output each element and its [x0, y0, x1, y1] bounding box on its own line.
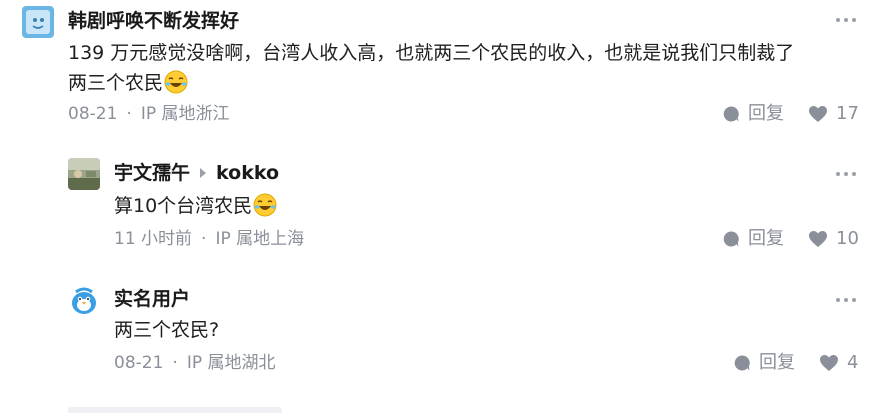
reply-to-user[interactable]: kokko — [216, 162, 279, 184]
comment-meta: 08-21 · IP 属地浙江 — [68, 102, 229, 126]
comment-content: 两三个农民? — [114, 315, 854, 345]
reply-arrow-icon — [200, 168, 207, 178]
comment-time: 11 小时前 — [114, 229, 193, 249]
photo-avatar-icon[interactable] — [68, 158, 100, 190]
meta-separator: · — [126, 104, 132, 124]
comment-content: 算10个台湾农民 — [114, 191, 854, 221]
laughing-crying-emoji-icon — [164, 70, 188, 94]
like-count: 10 — [836, 228, 859, 249]
comment-author[interactable]: 宇文孺午 — [114, 162, 190, 184]
comment-bubble-icon — [723, 231, 739, 247]
default-avatar-icon[interactable] — [22, 6, 54, 38]
reply-button[interactable]: 回复 — [722, 227, 784, 251]
meta-separator: · — [201, 229, 207, 249]
heart-icon — [809, 106, 827, 122]
comment-content-line: 两三个农民? — [114, 319, 220, 341]
like-count: 17 — [836, 103, 859, 124]
laughing-crying-emoji-icon — [253, 193, 277, 217]
like-button[interactable]: 17 — [808, 102, 859, 126]
comment-meta: 08-21 · IP 属地湖北 — [114, 351, 275, 375]
comment-time: 08-21 — [114, 353, 164, 373]
comment-author-line: 宇文孺午 kokko — [114, 161, 279, 185]
like-button[interactable]: 4 — [819, 351, 858, 375]
comment-bubble-icon — [723, 106, 739, 122]
comment-location: IP 属地湖北 — [186, 353, 276, 373]
more-options-icon[interactable] — [836, 297, 856, 303]
like-button[interactable]: 10 — [808, 227, 859, 251]
comment-content-line: 139 万元感觉没啥啊，台湾人收入高，也就两三个农民的收入，也就是说我们只制裁了 — [68, 42, 795, 64]
reply-button[interactable]: 回复 — [733, 351, 795, 375]
comment-location: IP 属地上海 — [215, 229, 305, 249]
comment-location: IP 属地浙江 — [140, 104, 230, 124]
bird-avatar-icon[interactable] — [68, 284, 100, 316]
comment-content: 139 万元感觉没啥啊，台湾人收入高，也就两三个农民的收入，也就是说我们只制裁了… — [68, 38, 868, 98]
meta-separator: · — [172, 353, 178, 373]
comment-content-line: 算10个台湾农民 — [114, 191, 854, 221]
like-count: 4 — [847, 352, 859, 373]
comment-author[interactable]: 实名用户 — [114, 287, 190, 311]
comment-content-line-2: 两三个农民 — [68, 68, 868, 98]
reply-label: 回复 — [748, 103, 784, 124]
reply-button[interactable]: 回复 — [722, 102, 784, 126]
comment-bubble-icon — [734, 355, 750, 371]
more-options-icon[interactable] — [836, 171, 856, 177]
more-options-icon[interactable] — [836, 17, 856, 23]
comment-time: 08-21 — [68, 104, 118, 124]
comment-author[interactable]: 韩剧呼唤不断发挥好 — [68, 9, 239, 33]
comment-meta: 11 小时前 · IP 属地上海 — [114, 227, 304, 251]
reply-label: 回复 — [748, 228, 784, 249]
heart-icon — [809, 231, 827, 247]
heart-icon — [820, 355, 838, 371]
comment-thread: 韩剧呼唤不断发挥好 139 万元感觉没啥啊，台湾人收入高，也就两三个农民的收入，… — [0, 0, 877, 413]
reply-label: 回复 — [759, 352, 795, 373]
more-replies-bar[interactable] — [68, 407, 282, 413]
